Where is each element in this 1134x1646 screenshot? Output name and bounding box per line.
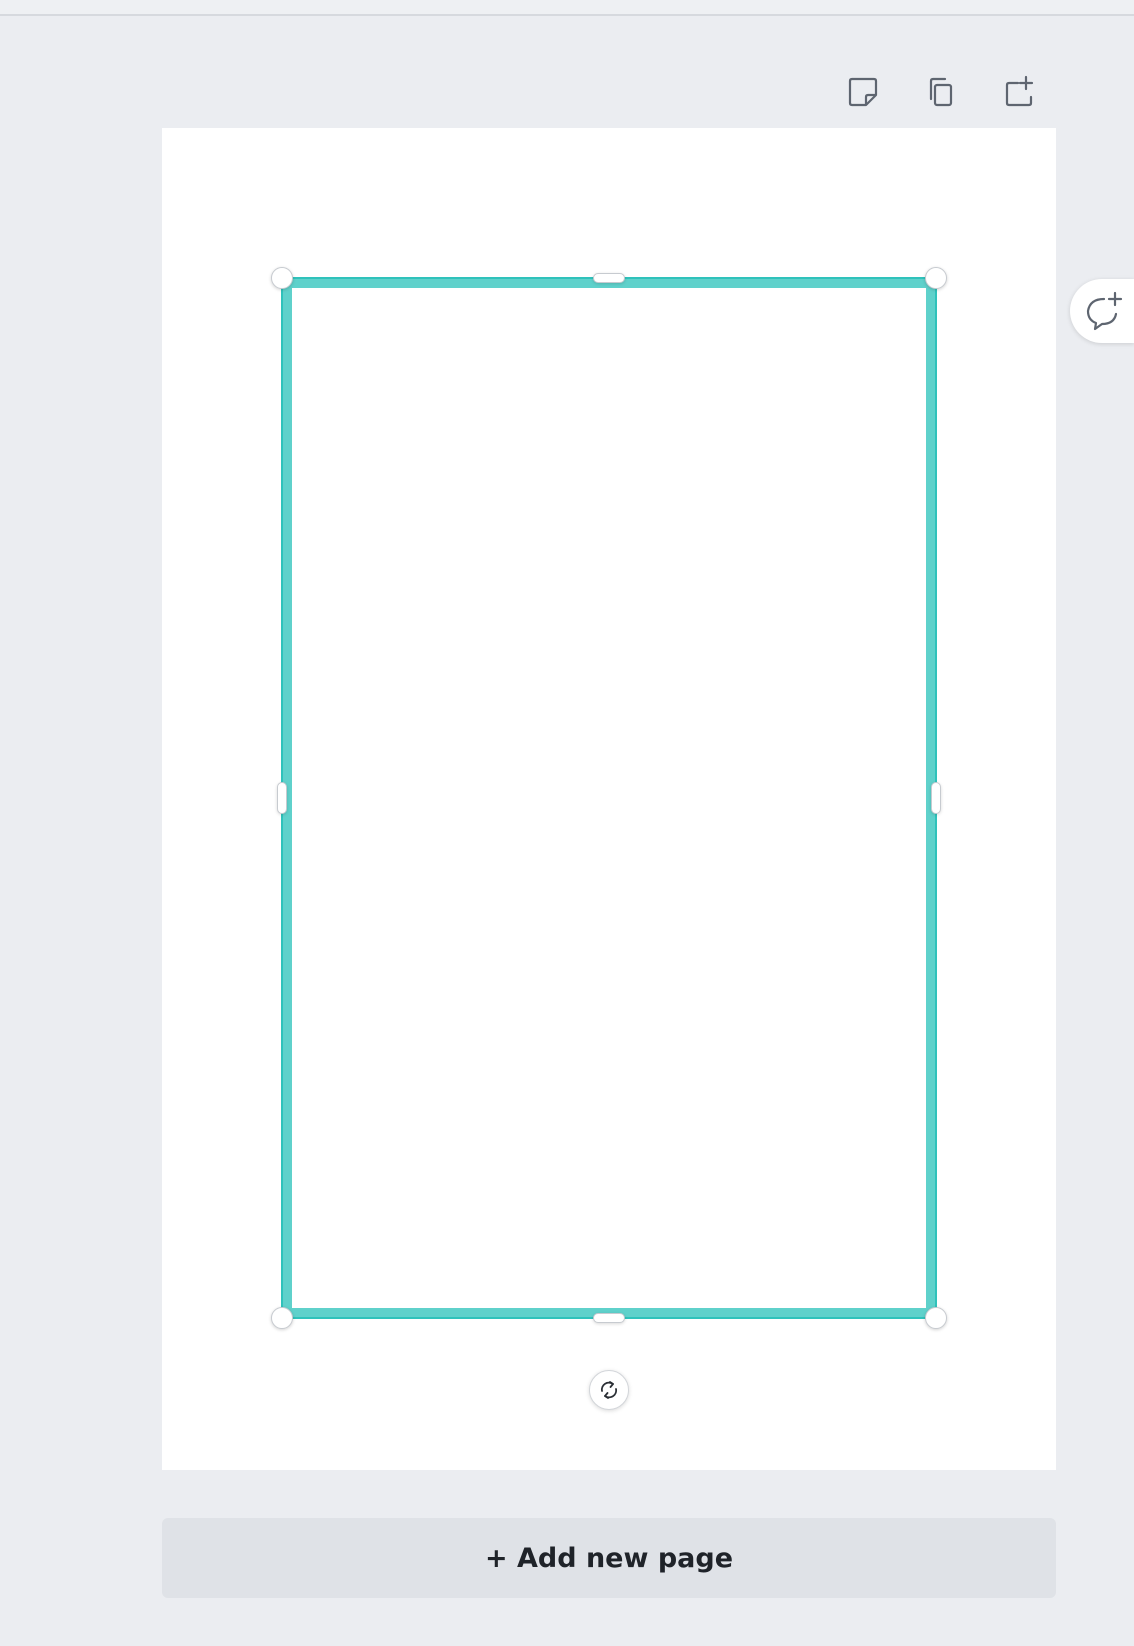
- resize-handle-bottom-left[interactable]: [271, 1307, 293, 1329]
- add-page-after-icon: [1005, 75, 1034, 107]
- resize-handle-top-left[interactable]: [271, 267, 293, 289]
- add-note-icon: [848, 77, 878, 107]
- page-toolbar: [838, 66, 1044, 118]
- duplicate-page-icon: [929, 77, 953, 107]
- add-note-button[interactable]: [838, 67, 888, 117]
- add-comment-button[interactable]: [1070, 279, 1134, 343]
- resize-handle-top-right[interactable]: [925, 267, 947, 289]
- frame-border: [282, 278, 936, 1318]
- resize-handle-left[interactable]: [277, 782, 287, 814]
- rotate-icon: [601, 1381, 617, 1399]
- resize-handle-bottom[interactable]: [593, 1313, 625, 1323]
- top-bar-edge: [0, 0, 1134, 16]
- rotate-handle[interactable]: [589, 1370, 629, 1410]
- design-page[interactable]: [162, 128, 1056, 1470]
- add-new-page-button[interactable]: + Add new page: [162, 1518, 1056, 1598]
- duplicate-page-button[interactable]: [916, 67, 966, 117]
- add-comment-icon: [1086, 291, 1123, 331]
- resize-handle-top[interactable]: [593, 273, 625, 283]
- resize-handle-right[interactable]: [931, 782, 941, 814]
- add-new-page-label: + Add new page: [484, 1542, 734, 1574]
- selected-frame-element[interactable]: [271, 267, 947, 1329]
- resize-handle-bottom-right[interactable]: [925, 1307, 947, 1329]
- add-page-after-button[interactable]: [994, 67, 1044, 117]
